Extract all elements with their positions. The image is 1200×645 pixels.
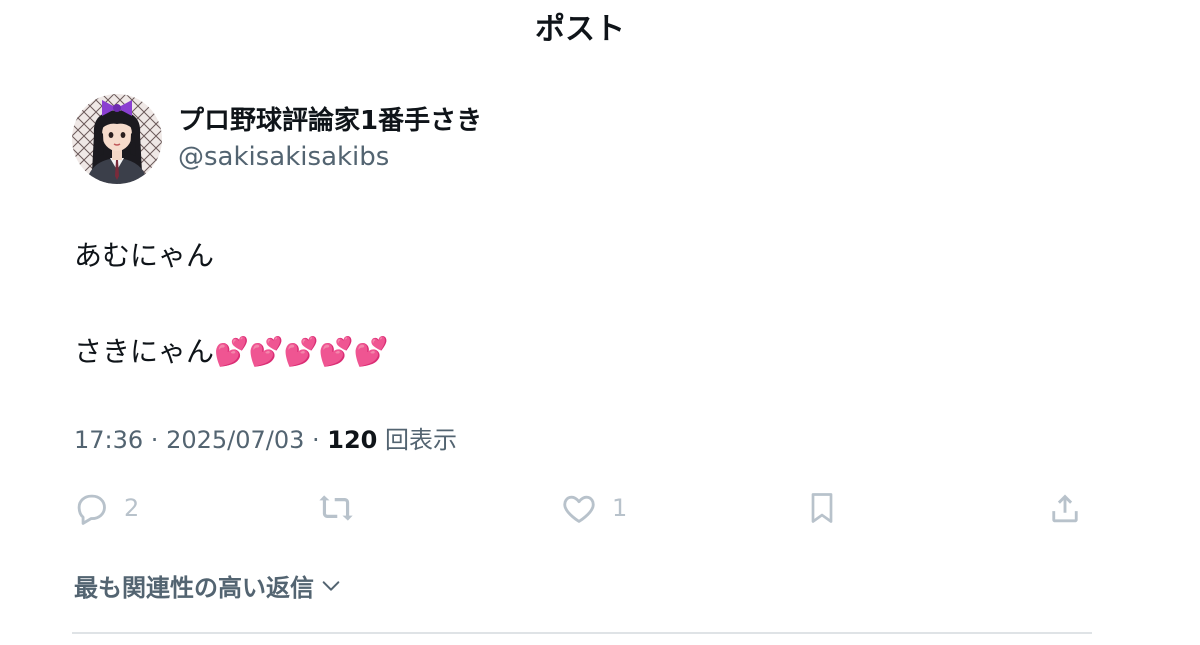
- page-title: ポスト: [535, 12, 625, 47]
- repost-icon: [319, 495, 353, 521]
- author-display-name[interactable]: プロ野球評論家1番手さき: [178, 103, 482, 139]
- post-time[interactable]: 17:36: [74, 426, 143, 454]
- author-handle[interactable]: @sakisakisakibs: [178, 139, 482, 175]
- like-count: 1: [612, 494, 628, 522]
- avatar-illustration-icon: [72, 94, 162, 184]
- like-button[interactable]: 1: [560, 486, 627, 530]
- meta-separator: ·: [143, 426, 167, 454]
- action-bar: 2 1: [72, 486, 1092, 530]
- reply-button[interactable]: 2: [72, 486, 139, 530]
- views-count: 120: [327, 426, 378, 454]
- bookmark-icon: [811, 493, 833, 523]
- bookmark-button[interactable]: [804, 486, 840, 530]
- post-text-line-2: さきにゃん💕💕💕💕💕: [74, 335, 389, 368]
- chevron-down-icon: [322, 580, 340, 591]
- post-author[interactable]: プロ野球評論家1番手さき @sakisakisakibs: [72, 94, 482, 184]
- post-detail-page: ポスト プロ野球評論家1番手さき @sakisakisakibs あむにゃん さ…: [0, 0, 1200, 645]
- share-icon: [1052, 494, 1078, 523]
- post-date[interactable]: 2025/07/03: [166, 426, 304, 454]
- reply-count: 2: [124, 494, 140, 522]
- like-icon: [563, 495, 595, 523]
- views-label: 回表示: [385, 426, 458, 454]
- share-button[interactable]: [1046, 486, 1084, 530]
- replies-sort-dropdown[interactable]: 最も関連性の高い返信: [74, 568, 342, 603]
- post-meta: 17:36 · 2025/07/03 · 120 回表示: [74, 422, 457, 458]
- post-text-line-1: あむにゃん: [74, 239, 215, 272]
- reply-icon: [77, 494, 106, 525]
- replies-sort-label: 最も関連性の高い返信: [74, 574, 314, 602]
- avatar[interactable]: [72, 94, 162, 184]
- repost-button[interactable]: [316, 486, 356, 530]
- divider: [72, 632, 1092, 634]
- author-info: プロ野球評論家1番手さき @sakisakisakibs: [178, 103, 482, 175]
- meta-separator: ·: [304, 426, 328, 454]
